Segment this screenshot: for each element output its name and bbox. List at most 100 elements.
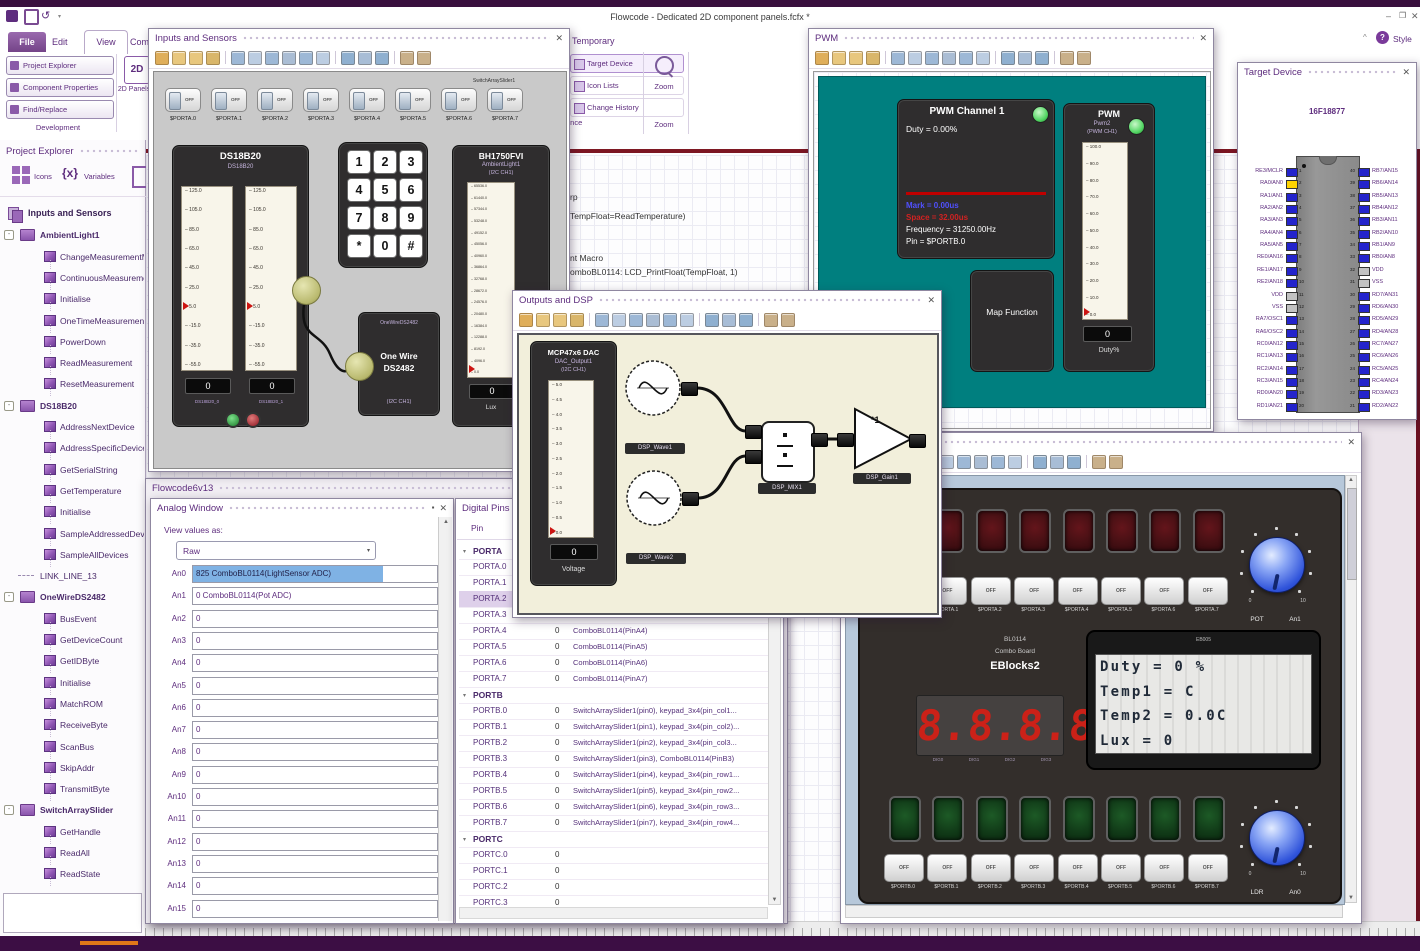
analog-value-field-an7[interactable]: 0 <box>192 721 438 740</box>
analog-value-field-an9[interactable]: 0 <box>192 765 438 784</box>
tree-item-getidbyte[interactable]: GetIDByte <box>0 651 146 674</box>
expander-icon[interactable]: ▾ <box>463 692 466 699</box>
zoom-out-icon[interactable] <box>1050 454 1064 469</box>
analog-value-field-an2[interactable]: 0 <box>192 609 438 628</box>
save-icon[interactable] <box>24 9 39 25</box>
expander-icon[interactable]: - <box>4 400 14 411</box>
analog-value-field-an13[interactable]: 0 <box>192 854 438 873</box>
port-button--portb-4[interactable]: OFF <box>1057 854 1098 882</box>
zoom-in-icon[interactable] <box>705 312 719 327</box>
icons-tab-icon[interactable] <box>12 166 30 184</box>
variables-icon[interactable]: {x} <box>62 166 78 180</box>
analog-value-field-an5[interactable]: 0 <box>192 676 438 695</box>
analog-value-field-an10[interactable]: 0 <box>192 788 438 806</box>
tree-item-addressnextdevice[interactable]: AddressNextDevice <box>0 417 146 439</box>
save-icon[interactable] <box>629 312 643 327</box>
port-button--portb-0[interactable]: OFF <box>884 854 924 882</box>
connector-node[interactable] <box>292 276 321 305</box>
scroll-up-icon[interactable]: ▲ <box>439 519 452 525</box>
open-icon[interactable] <box>908 50 922 65</box>
restore-icon[interactable]: ❐ <box>1399 11 1406 20</box>
undo-icon[interactable] <box>282 50 296 65</box>
tree-item-transmitbyte[interactable]: TransmitByte <box>0 779 146 802</box>
zoom-fit-icon[interactable] <box>1067 454 1081 469</box>
grid-icon[interactable] <box>781 312 795 327</box>
pin-row-portc-1[interactable]: PORTC.1 0 <box>459 863 768 880</box>
copy-icon[interactable] <box>553 312 567 327</box>
zoom-fit-icon[interactable] <box>375 50 389 65</box>
zoom-fit-icon[interactable] <box>1035 50 1049 65</box>
analog-value-field-an14[interactable]: 0 <box>192 877 438 896</box>
grid-icon[interactable] <box>417 50 431 65</box>
ribbon-button-component-properties[interactable]: Component Properties <box>6 78 114 97</box>
tree-item-link-line-13[interactable]: LINK_LINE_13 <box>0 566 146 587</box>
cursor-icon[interactable] <box>155 50 169 65</box>
pin-row-portc-3[interactable]: PORTC.3 0 <box>459 895 768 905</box>
tree-item-readmeasurement[interactable]: ReadMeasurement <box>0 353 146 376</box>
undo-icon[interactable]: ↺ <box>41 9 50 22</box>
slider-marker[interactable] <box>1084 308 1090 317</box>
zoom-icon[interactable] <box>655 56 674 75</box>
zoom-fit-icon[interactable] <box>739 312 753 327</box>
close-icon[interactable]: ✕ <box>1411 11 1419 22</box>
port-group-portb[interactable]: ▾ PORTB <box>459 687 768 704</box>
close-icon[interactable]: ✕ <box>927 295 935 305</box>
view-toggle-change-history[interactable]: Change History <box>570 98 684 117</box>
expander-icon[interactable]: - <box>4 592 14 603</box>
keypad-key-6[interactable]: 6 <box>399 178 423 202</box>
new-icon[interactable] <box>891 50 905 65</box>
keypad-key-3[interactable]: 3 <box>399 150 423 174</box>
new-icon[interactable] <box>595 312 609 327</box>
port-button--porta-2[interactable]: OFF <box>970 577 1011 605</box>
pin-row-porta-6[interactable]: PORTA.6 0 ComboBL0114(PinA6) <box>459 655 768 672</box>
copy-icon[interactable] <box>189 50 203 65</box>
pin-row-porta-7[interactable]: PORTA.7 0 ComboBL0114(PinA7) <box>459 671 768 688</box>
tab-edit[interactable]: Edit <box>52 37 68 47</box>
horizontal-scrollbar[interactable] <box>845 905 1343 918</box>
input-switch--porta-2[interactable]: OFF <box>257 88 293 112</box>
close-icon[interactable]: ✕ <box>1402 67 1410 77</box>
port-group-portc[interactable]: ▾ PORTC <box>459 831 768 848</box>
port-button--portb-5[interactable]: OFF <box>1101 854 1141 882</box>
close-icon[interactable]: ✕ <box>439 503 447 513</box>
pin-row-portb-7[interactable]: PORTB.7 0 SwitchArraySlider1(pin7), keypad… <box>459 815 768 832</box>
keypad-key-4[interactable]: 4 <box>347 178 371 202</box>
tree-group-switcharrayslider[interactable]: - SwitchArraySlider <box>0 800 146 821</box>
close-icon[interactable]: ✕ <box>1347 437 1355 447</box>
pin-icon[interactable]: ▪ <box>432 504 435 512</box>
panel-2d-icon[interactable]: 2D <box>124 56 150 84</box>
zoom-out-icon[interactable] <box>722 312 736 327</box>
zoom-in-icon[interactable] <box>341 50 355 65</box>
open-icon[interactable] <box>940 454 954 469</box>
analog-value-field-an11[interactable]: 0 <box>192 810 438 829</box>
map-function-panel[interactable]: Map Function <box>970 270 1054 372</box>
port-button--portb-7[interactable]: OFF <box>1187 854 1228 882</box>
camera-icon[interactable] <box>1092 454 1106 469</box>
keypad-key-2[interactable]: 2 <box>373 150 397 174</box>
tree-item-initialise[interactable]: Initialise <box>0 502 146 525</box>
port-button--portb-2[interactable]: OFF <box>970 854 1011 882</box>
tree-item-continuousmeasurement[interactable]: ContinuousMeasurement <box>0 268 146 290</box>
pot-knob[interactable] <box>1249 537 1305 593</box>
tree-item-skipaddr[interactable]: SkipAddr <box>0 758 146 780</box>
help-icon[interactable]: ? <box>1376 31 1389 44</box>
keypad-key-5[interactable]: 5 <box>373 178 397 202</box>
undo-icon[interactable] <box>942 50 956 65</box>
paste-icon[interactable] <box>570 312 584 327</box>
keypad-key-8[interactable]: 8 <box>373 206 397 230</box>
expander-icon[interactable]: - <box>4 230 14 241</box>
qat-dropdown-icon[interactable]: ▾ <box>58 13 61 20</box>
tree-item-initialise[interactable]: Initialise <box>0 673 146 695</box>
scroll-down-icon[interactable]: ▼ <box>1347 895 1355 901</box>
tab-view[interactable]: View <box>84 30 128 54</box>
input-switch--porta-0[interactable]: OFF <box>165 88 201 112</box>
undo-icon[interactable] <box>974 454 988 469</box>
tree-item-scanbus[interactable]: ScanBus <box>0 737 146 759</box>
pin-row-porta-4[interactable]: PORTA.4 0 ComboBL0114(PinA4) <box>459 623 768 640</box>
ribbon-button-find-replace[interactable]: Find/Replace <box>6 100 114 119</box>
window-titlebar[interactable]: PWM ✕ <box>809 29 1213 47</box>
undo-icon[interactable] <box>646 312 660 327</box>
save-icon[interactable] <box>265 50 279 65</box>
scroll-thumb[interactable] <box>1347 488 1357 580</box>
keypad-key-hash[interactable]: # <box>399 234 423 258</box>
